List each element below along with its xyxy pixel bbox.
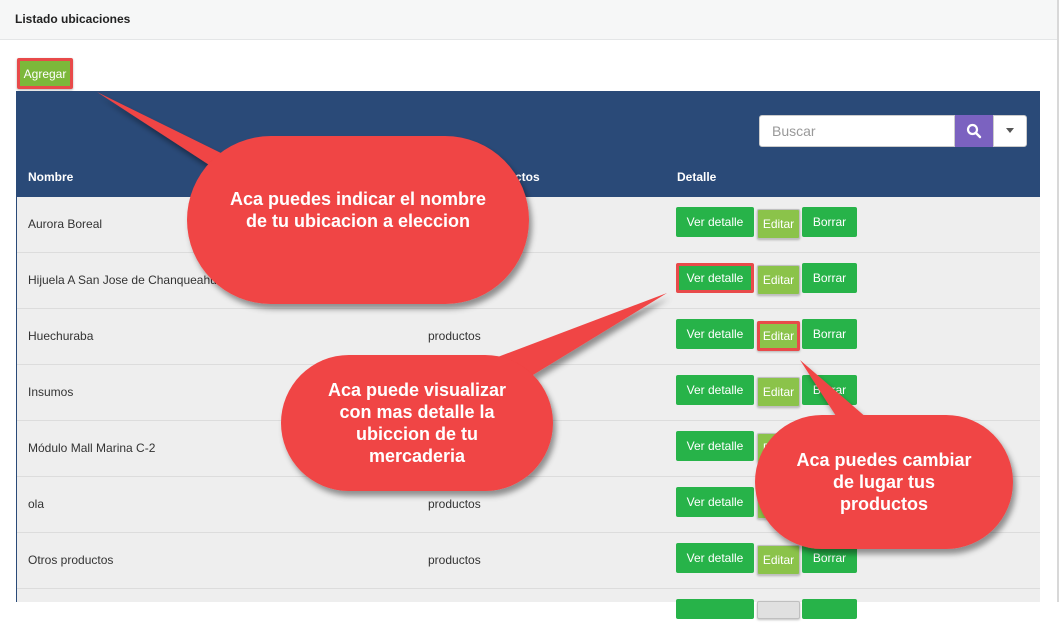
location-name: Huechuraba [28,329,94,343]
search-button[interactable] [955,115,993,147]
delete-button[interactable]: Borrar [802,543,857,573]
location-name: Insumos [28,385,74,399]
edit-button[interactable]: Editar [757,489,800,519]
view-detail-button[interactable]: Ver detalle [676,431,754,461]
table-row: Hijuela A San Jose de Chanqueahu Ver det… [17,253,1040,309]
edit-button[interactable]: Editar [757,321,800,351]
edit-button[interactable] [757,601,800,619]
edit-button[interactable]: Editar [757,377,800,407]
delete-button[interactable]: Borrar [802,319,857,349]
table-row-partial [17,589,1040,644]
location-name: ola [28,497,45,511]
view-detail-button[interactable] [676,599,754,619]
edit-button[interactable]: Editar [757,209,800,239]
location-name: Hijuela A San Jose de Chanqueahu [28,273,217,287]
column-header-productos[interactable]: ctos [515,170,540,184]
page-title: Listado ubicaciones [15,12,131,26]
view-detail-button[interactable]: Ver detalle [676,543,754,573]
view-detail-button[interactable]: Ver detalle [676,375,754,405]
callout-text-detalle: Aca puede visualizar con mas detalle la … [327,380,507,466]
callout-text-editar: Aca puedes cambiar de lugar tus producto… [796,450,972,514]
table-row: Insumos Ver detalle Editar Borrar [17,365,1040,421]
edit-button[interactable]: Editar [757,545,800,575]
callout-text-nombre: Aca puedes indicar el nombre de tu ubica… [229,189,487,231]
location-name: Otros productos [28,553,114,567]
table-row: Aurora Boreal Ver detalle Editar Borrar [17,197,1040,253]
view-detail-button[interactable]: Ver detalle [676,207,754,237]
view-detail-button[interactable]: Ver detalle [676,487,754,517]
delete-button[interactable]: Borrar [802,207,857,237]
delete-button[interactable] [802,599,857,619]
search-icon [966,123,982,139]
location-name: Aurora Boreal [28,217,103,231]
search-options-button[interactable] [993,115,1027,147]
table-row: Otros productos productos Ver detalle Ed… [17,533,1040,589]
view-detail-button[interactable]: Ver detalle [676,319,754,349]
view-detail-button[interactable]: Ver detalle [676,263,754,293]
location-products: productos [428,497,481,511]
edit-button[interactable]: Editar [757,265,800,295]
location-name: Módulo Mall Marina C-2 [28,441,156,455]
column-header-nombre[interactable]: Nombre [28,170,73,184]
location-products: productos [428,553,481,567]
search-input[interactable]: Buscar [759,115,955,147]
delete-button[interactable]: Borrar [802,375,857,405]
caret-down-icon [1006,128,1014,133]
page-header: Listado ubicaciones [0,0,1058,40]
location-products: productos [428,329,481,343]
delete-button[interactable]: Borrar [802,263,857,293]
column-header-detalle[interactable]: Detalle [677,170,716,184]
edit-button[interactable]: Editar [757,433,800,463]
table-body: Aurora Boreal Ver detalle Editar Borrar … [17,197,1040,619]
add-button[interactable]: Agregar [17,58,73,89]
table-row: Huechuraba productos Ver detalle Editar … [17,309,1040,365]
